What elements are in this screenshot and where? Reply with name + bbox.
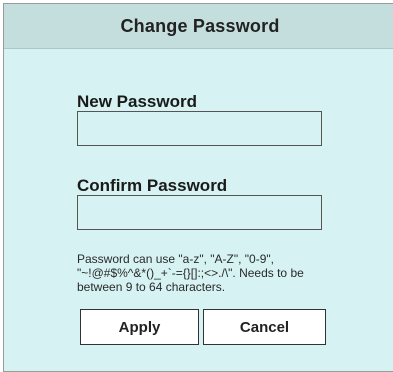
password-requirements-hint: Password can use "a-z", "A-Z", "0-9", "~… xyxy=(77,252,304,294)
apply-button[interactable]: Apply xyxy=(80,309,199,345)
confirm-password-label: Confirm Password xyxy=(77,176,228,195)
dialog-title: Change Password xyxy=(120,15,280,36)
new-password-field[interactable] xyxy=(77,111,322,146)
new-password-label: New Password xyxy=(77,92,197,111)
dialog-titlebar: Change Password xyxy=(4,4,393,49)
change-password-dialog: Change Password New Password Confirm Pas… xyxy=(3,3,393,372)
confirm-password-field[interactable] xyxy=(77,195,322,230)
cancel-button[interactable]: Cancel xyxy=(203,309,326,345)
